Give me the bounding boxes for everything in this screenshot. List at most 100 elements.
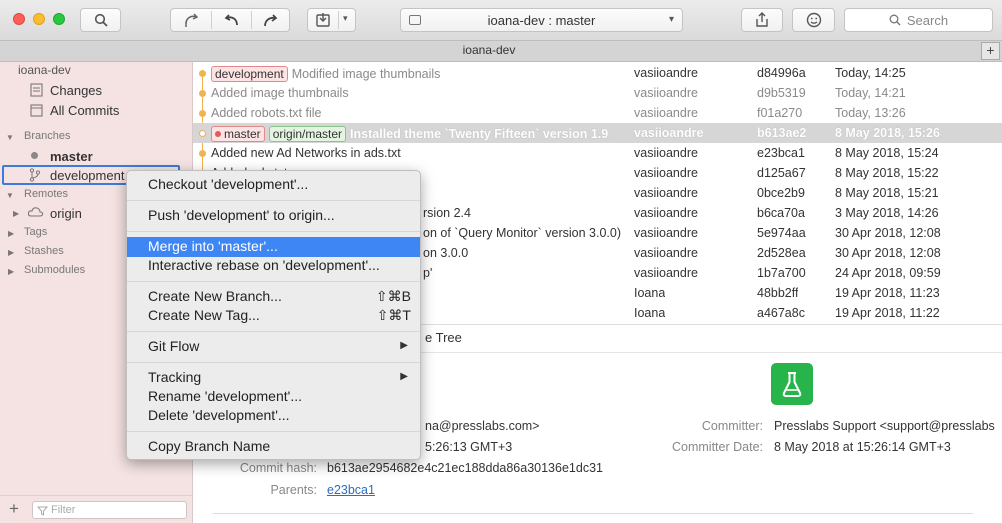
smiley-icon xyxy=(806,12,821,28)
menu-separator xyxy=(127,200,420,201)
commit-date: 8 May 2018, 15:22 xyxy=(835,166,939,180)
commit-dot xyxy=(199,70,206,77)
commit-author: vasiioandre xyxy=(634,126,704,140)
commit-author: vasiioandre xyxy=(634,186,698,200)
parent-commit-link[interactable]: e23bca1 xyxy=(327,483,375,497)
disclosure-closed-icon[interactable]: ▶ xyxy=(8,229,14,238)
commit-message: on 3.0.0 xyxy=(423,246,469,260)
stash-button-group[interactable]: ▾ xyxy=(307,8,356,32)
menu-item-push[interactable]: Push 'development' to origin... xyxy=(127,206,420,226)
submenu-arrow-icon: ▶ xyxy=(400,371,408,382)
zoom-window-button[interactable] xyxy=(53,13,65,25)
parents-label: Parents: xyxy=(270,483,317,497)
feedback-button[interactable] xyxy=(792,8,835,32)
remotes-header[interactable]: Remotes xyxy=(24,188,68,200)
commit-row-selected[interactable]: master origin/master Installed theme `Twen… xyxy=(193,123,1002,143)
filter-placeholder: Filter xyxy=(51,504,76,516)
sidebar-branch-development[interactable]: development xyxy=(50,168,124,183)
commit-dot xyxy=(199,130,206,137)
menu-item-merge[interactable]: Merge into 'master'... xyxy=(127,237,420,257)
commit-hash: f01a270 xyxy=(757,106,803,120)
committer-label: Committer: xyxy=(701,419,763,433)
commit-hash: d84996a xyxy=(757,66,806,80)
commit-message: on of `Query Monitor` version 3.0.0) xyxy=(423,226,621,240)
commit-subject: master origin/master Installed theme `Twen… xyxy=(211,126,631,142)
filter-icon xyxy=(36,504,49,519)
branch-selector-label: ioana-dev : master xyxy=(487,12,596,28)
menu-item-new-branch[interactable]: Create New Branch... ⇧⌘B xyxy=(127,287,420,307)
submenu-arrow-icon: ▶ xyxy=(400,340,408,351)
menu-item-interactive-rebase[interactable]: Interactive rebase on 'development'... xyxy=(127,256,420,276)
disclosure-open-icon[interactable]: ▼ xyxy=(6,133,14,142)
sidebar-footer: + Filter xyxy=(0,495,193,523)
sidebar-item-changes[interactable]: Changes xyxy=(50,83,102,98)
fetch-pull-push-group xyxy=(170,8,290,32)
commit-author: vasiioandre xyxy=(634,146,698,160)
chevron-down-icon[interactable]: ▾ xyxy=(343,13,348,24)
branch-selector[interactable]: ioana-dev : master ▾ xyxy=(400,8,683,32)
sidebar-item-all-commits[interactable]: All Commits xyxy=(50,103,119,118)
menu-item-label: Create New Tag... xyxy=(148,307,260,323)
commit-author: vasiioandre xyxy=(634,106,698,120)
pull-icon[interactable] xyxy=(222,12,240,28)
committer-avatar xyxy=(771,363,813,405)
commit-author: Ioana xyxy=(634,286,666,300)
commit-date: 19 Apr 2018, 11:22 xyxy=(835,306,940,320)
add-button[interactable]: + xyxy=(9,499,19,519)
disclosure-closed-icon[interactable]: ▶ xyxy=(13,209,19,218)
disclosure-open-icon[interactable]: ▼ xyxy=(6,191,14,200)
sidebar-remote-origin[interactable]: origin xyxy=(50,206,82,221)
remote-badge: origin/master xyxy=(268,126,347,142)
sidebar-branch-master[interactable]: master xyxy=(50,149,93,164)
commit-hash: e23bca1 xyxy=(757,146,805,160)
push-icon[interactable] xyxy=(262,12,280,28)
commit-row[interactable]: Added new Ad Networks in ads.txt vasiioa… xyxy=(193,143,1002,163)
menu-item-checkout[interactable]: Checkout 'development'... xyxy=(127,175,420,195)
branch-badge: development xyxy=(211,66,288,82)
disclosure-closed-icon[interactable]: ▶ xyxy=(8,267,14,276)
menu-item-shortcut: ⇧⌘B xyxy=(375,288,411,304)
committer-value: Presslabs Support <support@presslabs xyxy=(774,419,995,433)
commit-date: Today, 14:21 xyxy=(835,86,906,100)
stashes-header[interactable]: Stashes xyxy=(24,245,64,257)
commit-message: p' xyxy=(423,266,433,280)
file-tree-tab[interactable]: e Tree xyxy=(425,330,462,345)
menu-item-rename[interactable]: Rename 'development'... xyxy=(127,387,420,407)
menu-item-shortcut: ⇧⌘T xyxy=(376,307,411,323)
tags-header[interactable]: Tags xyxy=(24,226,47,238)
current-branch-dot-icon xyxy=(215,131,221,137)
filter-input[interactable]: Filter xyxy=(32,501,187,519)
commit-author: vasiioandre xyxy=(634,226,698,240)
menu-item-label: Create New Branch... xyxy=(148,288,282,304)
close-window-button[interactable] xyxy=(13,13,25,25)
menu-item-tracking[interactable]: Tracking ▶ xyxy=(127,368,420,388)
commit-row[interactable]: Added robots.txt file vasiioandre f01a27… xyxy=(193,103,1002,123)
add-tab-button[interactable]: + xyxy=(981,42,1000,60)
menu-item-delete[interactable]: Delete 'development'... xyxy=(127,406,420,426)
menu-item-new-tag[interactable]: Create New Tag... ⇧⌘T xyxy=(127,306,420,326)
submodules-header[interactable]: Submodules xyxy=(24,264,85,276)
commit-row[interactable]: development Modified image thumbnails vas… xyxy=(193,63,1002,83)
menu-item-git-flow[interactable]: Git Flow ▶ xyxy=(127,337,420,357)
fetch-icon[interactable] xyxy=(183,12,201,28)
commit-date: Today, 13:26 xyxy=(835,106,906,120)
share-button[interactable] xyxy=(741,8,783,32)
branches-header[interactable]: Branches xyxy=(24,130,70,142)
menu-item-label: Merge into 'master'... xyxy=(148,238,278,254)
search-input[interactable]: Search xyxy=(844,8,993,32)
tab-bar: ioana-dev + xyxy=(0,40,1002,62)
menu-item-label: Copy Branch Name xyxy=(148,438,271,454)
commit-row[interactable]: Added image thumbnails vasiioandre d9b53… xyxy=(193,83,1002,103)
commit-message: rsion 2.4 xyxy=(423,206,471,220)
minimize-window-button[interactable] xyxy=(33,13,45,25)
commit-author: vasiioandre xyxy=(634,166,698,180)
repo-browser-button[interactable] xyxy=(80,8,121,32)
disclosure-closed-icon[interactable]: ▶ xyxy=(8,248,14,257)
tab-ioana-dev[interactable]: ioana-dev xyxy=(0,43,978,57)
divider xyxy=(213,513,973,514)
search-icon xyxy=(889,14,901,26)
commit-author: vasiioandre xyxy=(634,206,698,220)
search-placeholder: Search xyxy=(906,12,949,28)
committer-date-value: 8 May 2018 at 15:26:14 GMT+3 xyxy=(774,440,951,454)
menu-item-copy-branch-name[interactable]: Copy Branch Name xyxy=(127,437,420,457)
